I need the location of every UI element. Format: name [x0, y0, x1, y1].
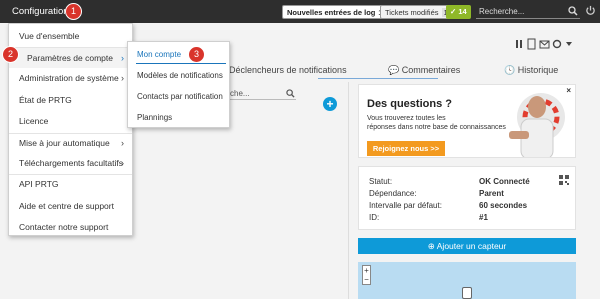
status-value: OK Connecté: [479, 177, 530, 186]
menu-item-overview[interactable]: Vue d'ensemble: [9, 26, 132, 46]
menu-item-prtg-status[interactable]: État de PRTG: [9, 90, 132, 110]
tickets-label: Tickets modifiés: [385, 8, 439, 17]
submenu-item-label: Mon compte: [137, 50, 182, 59]
geo-map[interactable]: + −: [358, 262, 576, 299]
menu-item-label: Licence: [19, 116, 49, 126]
account-settings-submenu: Mon compte Modèles de notifications Cont…: [127, 41, 230, 128]
tab-history[interactable]: 🕓 Historique: [504, 65, 558, 76]
search-placeholder: Recherche...: [479, 7, 525, 16]
submenu-item-schedules[interactable]: Plannings: [128, 108, 229, 128]
menu-item-contact-support[interactable]: Contacter notre support: [9, 217, 132, 237]
tab-history-label: Historique: [517, 65, 559, 75]
menu-item-system-administration[interactable]: Administration de système ›: [9, 68, 132, 88]
tab-divider: [318, 78, 438, 79]
map-zoom-control[interactable]: + −: [362, 265, 371, 285]
tickets-button[interactable]: Tickets modifiés1: [380, 5, 455, 19]
logout-power-icon[interactable]: [585, 5, 596, 16]
chevron-right-icon: ›: [121, 73, 124, 83]
interval-value: 60 secondes: [479, 201, 528, 210]
menu-item-label: Téléchargements facultatifs: [19, 158, 123, 168]
active-item-underline: [136, 63, 226, 64]
menu-item-label: État de PRTG: [19, 95, 72, 105]
log-button-label: Nouvelles entrées de log: [287, 8, 376, 17]
menu-item-account-settings[interactable]: Paramètres de compte ›: [9, 48, 132, 68]
submenu-item-notification-contacts[interactable]: Contacts par notification: [128, 87, 229, 107]
add-sensor-label: Ajouter un capteur: [436, 241, 507, 251]
dependency-value: Parent: [479, 189, 504, 198]
chevron-right-icon: ›: [121, 158, 124, 168]
map-pin-icon[interactable]: [462, 287, 472, 299]
tab-notification-triggers[interactable]: Déclencheurs de notifications: [229, 65, 347, 75]
interval-label: Intervalle par défaut:: [369, 201, 442, 210]
menu-item-label: Aide et centre de support: [19, 201, 114, 211]
menu-item-license[interactable]: Licence: [9, 111, 132, 131]
search-input[interactable]: Recherche...: [476, 5, 580, 19]
menu-item-label: Mise à jour automatique: [19, 138, 110, 148]
menu-item-label: Vue d'ensemble: [19, 31, 80, 41]
menu-item-help-support[interactable]: Aide et centre de support: [9, 196, 132, 216]
tab-comments[interactable]: 💬 Commentaires: [388, 65, 460, 76]
add-plus-button[interactable]: +: [323, 97, 337, 111]
panel-divider: [348, 82, 349, 299]
id-value: #1: [479, 213, 488, 222]
menu-item-label: API PRTG: [19, 179, 59, 189]
support-person-image: [509, 93, 565, 157]
status-label: Statut:: [369, 177, 393, 186]
zoom-out-button[interactable]: −: [363, 275, 370, 284]
banner-text-line1: Vous trouverez toutes les: [367, 115, 446, 122]
search-icon[interactable]: [286, 89, 295, 98]
step-badge-2: 2: [3, 47, 18, 62]
add-sensor-button[interactable]: ⊕ Ajouter un capteur: [358, 238, 576, 254]
device-status-panel: Statut: OK Connecté Dépendance: Parent I…: [358, 166, 576, 230]
search-icon[interactable]: [568, 6, 578, 16]
history-icon: 🕓: [504, 65, 518, 75]
plus-circle-icon: ⊕: [427, 241, 437, 251]
step-badge-3: 3: [189, 47, 204, 62]
id-label: ID:: [369, 213, 380, 222]
close-icon[interactable]: ×: [566, 86, 571, 95]
menu-item-optional-downloads[interactable]: Téléchargements facultatifs ›: [9, 153, 132, 173]
menu-item-label: Contacter notre support: [19, 222, 109, 232]
submenu-item-notification-templates[interactable]: Modèles de notifications: [128, 66, 229, 86]
submenu-item-label: Modèles de notifications: [137, 71, 223, 80]
submenu-item-label: Contacts par notification: [137, 92, 223, 101]
banner-question: Des questions ?: [367, 98, 452, 110]
menu-item-auto-update[interactable]: Mise à jour automatique ›: [9, 133, 132, 153]
tabs-bar: Déclencheurs de notifications 💬 Commenta…: [220, 60, 600, 80]
menu-item-label: Administration de système: [19, 73, 119, 83]
checked-alerts-button[interactable]: ✓ 14: [446, 5, 471, 19]
menu-item-prtg-api[interactable]: API PRTG: [9, 174, 132, 194]
knowledge-base-banner: Des questions ? Vous trouverez toutes le…: [358, 84, 576, 158]
check-count: 14: [458, 7, 467, 16]
zoom-in-button[interactable]: +: [363, 266, 370, 275]
configuration-dropdown: Vue d'ensemble Paramètres de compte › Adm…: [8, 23, 133, 236]
menu-item-label: Paramètres de compte: [27, 53, 113, 63]
chevron-right-icon: ›: [121, 53, 124, 63]
join-us-button[interactable]: Rejoignez nous >>: [367, 141, 445, 156]
banner-text-line2: réponses dans notre base de connaissance…: [367, 124, 506, 131]
comment-icon: 💬: [388, 65, 402, 75]
tab-comments-label: Commentaires: [401, 65, 461, 75]
chevron-right-icon: ›: [121, 138, 124, 148]
new-log-entries-button[interactable]: Nouvelles entrées de log101: [282, 5, 396, 19]
submenu-item-my-account[interactable]: Mon compte: [128, 45, 229, 65]
dependency-label: Dépendance:: [369, 189, 417, 198]
top-bar: Configuration 1 Nouvelles entrées de log…: [0, 0, 600, 23]
toolbar-icons[interactable]: [514, 38, 580, 50]
step-badge-1: 1: [66, 4, 81, 19]
configuration-menu[interactable]: Configuration: [12, 6, 69, 17]
qr-code-icon[interactable]: [559, 175, 569, 185]
submenu-item-label: Plannings: [137, 113, 173, 122]
